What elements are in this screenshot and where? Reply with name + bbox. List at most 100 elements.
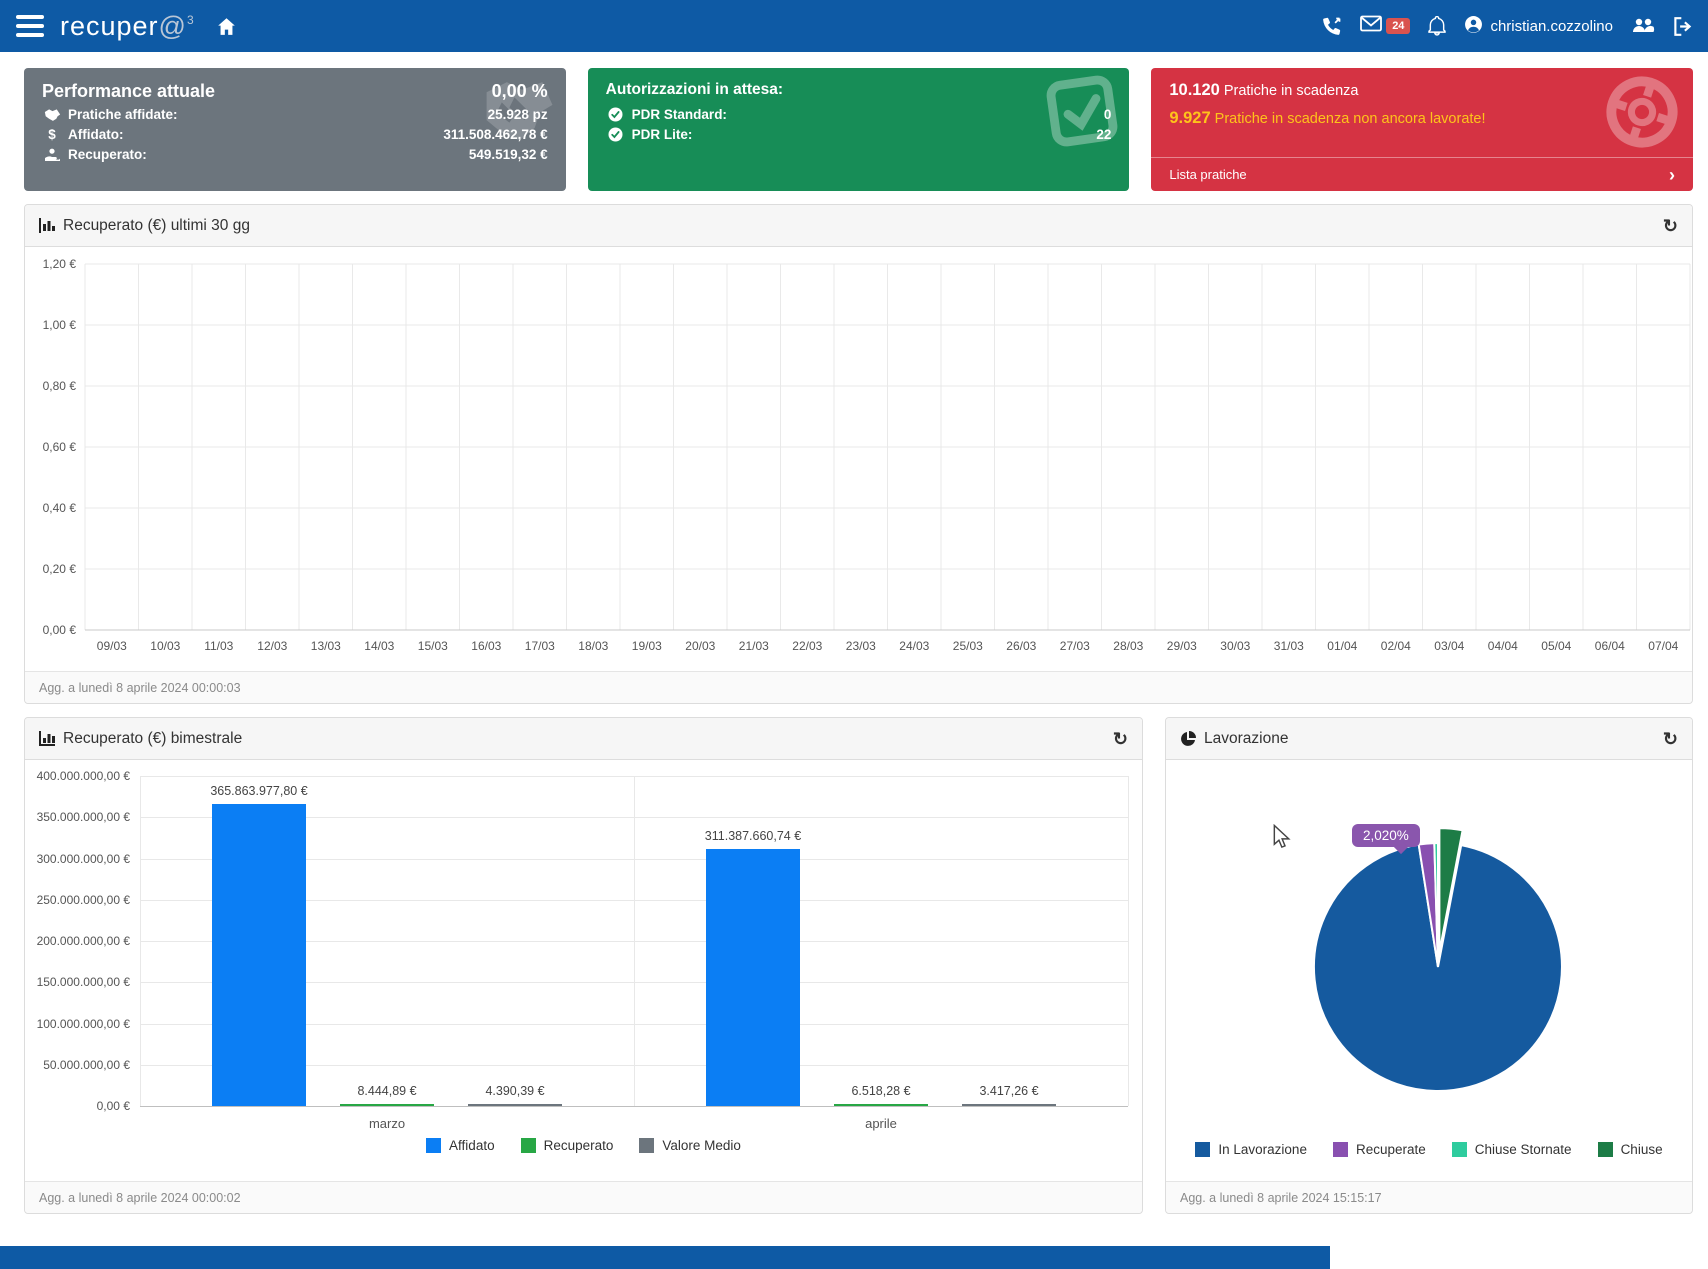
bar-recuperato-marzo[interactable] xyxy=(340,1104,434,1107)
legend-swatch xyxy=(1598,1142,1613,1157)
performance-row-recuperato: Recuperato: 549.519,32 € xyxy=(42,147,548,162)
bar-affidato-aprile[interactable] xyxy=(706,849,800,1106)
legend-item-valore-medio[interactable]: Valore Medio xyxy=(639,1138,741,1153)
row-label: PDR Lite: xyxy=(632,127,693,142)
page-footer-bar xyxy=(0,1246,1330,1269)
brand-logo[interactable]: recuper@3 xyxy=(60,11,195,42)
autorizzazioni-row-lite: PDR Lite: 22 xyxy=(606,127,1112,142)
card-scadenza: 10.120 Pratiche in scadenza 9.927 Pratic… xyxy=(1151,68,1693,191)
legend-label: Recuperate xyxy=(1356,1142,1426,1157)
performance-row-affidate: Pratiche affidate: 25.928 pz xyxy=(42,107,548,122)
x-axis-label: 18/03 xyxy=(578,639,608,653)
lista-pratiche-link[interactable]: Lista pratiche › xyxy=(1151,157,1693,191)
logout-icon[interactable] xyxy=(1673,17,1692,36)
refresh-icon[interactable]: ↻ xyxy=(1663,730,1678,748)
performance-title: Performance attuale xyxy=(42,81,215,102)
y-axis-label: 0,80 € xyxy=(43,379,77,393)
brand-at: @ xyxy=(159,11,187,42)
legend-item-chiuse[interactable]: Chiuse xyxy=(1598,1142,1663,1157)
y-axis-label: 50.000.000,00 € xyxy=(25,1058,130,1072)
navbar: recuper@3 24 christian.cozzolino xyxy=(0,0,1708,52)
x-axis-label: 01/04 xyxy=(1327,639,1357,653)
legend-swatch xyxy=(521,1138,536,1153)
x-axis-label: 29/03 xyxy=(1167,639,1197,653)
line-chart-canvas: 1,20 €1,00 €0,80 €0,60 €0,40 €0,20 €0,00… xyxy=(25,247,1692,673)
mail-icon xyxy=(1360,15,1382,37)
x-axis-label: 26/03 xyxy=(1006,639,1036,653)
y-axis-label: 150.000.000,00 € xyxy=(25,975,130,989)
refresh-icon[interactable]: ↻ xyxy=(1663,217,1678,235)
mail-button[interactable]: 24 xyxy=(1360,15,1410,37)
bar-recuperato-aprile[interactable] xyxy=(834,1104,928,1107)
summary-cards: Performance attuale 0,00 % Pratiche affi… xyxy=(24,68,1693,191)
scadenza-count: 10.120 xyxy=(1169,81,1219,99)
legend-item-in-lavorazione[interactable]: In Lavorazione xyxy=(1195,1142,1307,1157)
bar-valore-medio-marzo[interactable] xyxy=(468,1104,562,1107)
row-label: PDR Standard: xyxy=(632,107,727,122)
x-axis-label: 22/03 xyxy=(792,639,822,653)
chart-bimestrale: 400.000.000,00 €350.000.000,00 €300.000.… xyxy=(25,760,1142,1181)
home-icon[interactable] xyxy=(217,17,236,36)
x-axis-label: 16/03 xyxy=(471,639,501,653)
x-axis-label: 10/03 xyxy=(150,639,180,653)
bar-chart-axis-icon xyxy=(39,731,55,746)
panel-recuperato-bimestrale: Recuperato (€) bimestrale ↻ 400.000.000,… xyxy=(24,717,1143,1214)
refresh-icon[interactable]: ↻ xyxy=(1113,730,1128,748)
panel-lavorazione-footer: Agg. a lunedì 8 aprile 2024 15:15:17 xyxy=(1166,1181,1692,1213)
legend-item-chiuse-stornate[interactable]: Chiuse Stornate xyxy=(1452,1142,1572,1157)
legend-swatch xyxy=(1195,1142,1210,1157)
x-axis-label: 15/03 xyxy=(418,639,448,653)
brand-sup: 3 xyxy=(187,13,195,27)
hand-holding-icon xyxy=(42,148,62,161)
x-axis-label: 06/04 xyxy=(1595,639,1625,653)
legend-label: Recuperato xyxy=(544,1138,614,1153)
bar-value-label: 3.417,26 € xyxy=(924,1084,1094,1098)
bar-valore-medio-aprile[interactable] xyxy=(962,1104,1056,1107)
x-axis-label: 05/04 xyxy=(1541,639,1571,653)
bell-icon[interactable] xyxy=(1428,16,1446,36)
legend-label: In Lavorazione xyxy=(1218,1142,1307,1157)
x-axis-label: 27/03 xyxy=(1060,639,1090,653)
handshake-icon xyxy=(42,108,62,121)
phone-icon[interactable] xyxy=(1322,16,1342,36)
y-axis-label: 100.000.000,00 € xyxy=(25,1017,130,1031)
panel-lavorazione-header: Lavorazione ↻ xyxy=(1166,718,1692,760)
legend-swatch xyxy=(1333,1142,1348,1157)
bar-value-label: 365.863.977,80 € xyxy=(174,784,344,798)
legend-item-recuperate[interactable]: Recuperate xyxy=(1333,1142,1426,1157)
x-axis-label: 25/03 xyxy=(953,639,983,653)
card-autorizzazioni: Autorizzazioni in attesa: PDR Standard: … xyxy=(588,68,1130,191)
card-performance: Performance attuale 0,00 % Pratiche affi… xyxy=(24,68,566,191)
performance-percent: 0,00 % xyxy=(492,81,548,102)
grid-line xyxy=(140,776,141,1106)
panel-recuperato-30gg: Recuperato (€) ultimi 30 gg ↻ 1,20 €1,00… xyxy=(24,204,1693,704)
user-menu[interactable]: christian.cozzolino xyxy=(1464,15,1613,38)
legend-item-recuperato[interactable]: Recuperato xyxy=(521,1138,614,1153)
x-axis-label: 14/03 xyxy=(364,639,394,653)
scadenza-warn-count: 9.927 xyxy=(1169,109,1210,127)
bar-value-label: 4.390,39 € xyxy=(430,1084,600,1098)
y-axis-label: 0,60 € xyxy=(43,440,77,454)
bar-chart-icon xyxy=(39,218,55,233)
legend-swatch xyxy=(1452,1142,1467,1157)
y-axis-label: 0,20 € xyxy=(43,562,77,576)
bar-affidato-marzo[interactable] xyxy=(212,804,306,1106)
y-axis-label: 1,20 € xyxy=(43,257,77,271)
panel-bimestrale-header: Recuperato (€) bimestrale ↻ xyxy=(25,718,1142,760)
menu-icon[interactable] xyxy=(16,10,46,42)
y-axis-label: 0,00 € xyxy=(25,1099,130,1113)
username: christian.cozzolino xyxy=(1490,18,1613,35)
legend-label: Chiuse xyxy=(1621,1142,1663,1157)
row-value: 25.928 pz xyxy=(488,107,548,122)
x-axis-label: 03/04 xyxy=(1434,639,1464,653)
bar-chart-legend: Affidato Recuperato Valore Medio xyxy=(25,1138,1142,1153)
legend-item-affidato[interactable]: Affidato xyxy=(426,1138,495,1153)
x-axis-label: 23/03 xyxy=(846,639,876,653)
users-icon[interactable] xyxy=(1631,17,1655,35)
brand-text: recuper xyxy=(60,11,159,42)
panel-bimestrale-title: Recuperato (€) bimestrale xyxy=(63,730,242,748)
legend-label: Chiuse Stornate xyxy=(1475,1142,1572,1157)
x-axis-label: 30/03 xyxy=(1220,639,1250,653)
x-axis-label: aprile xyxy=(821,1116,941,1131)
row-label: Recuperato: xyxy=(68,147,147,162)
